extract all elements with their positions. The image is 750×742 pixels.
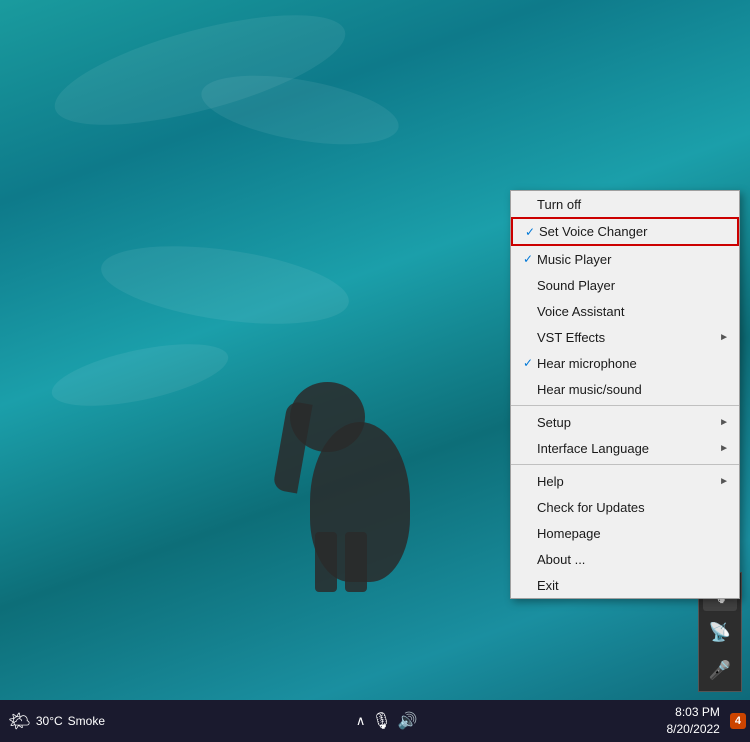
tray-volume-icon[interactable]: 🔊: [398, 711, 418, 731]
separator-2: [511, 464, 739, 465]
check-hear-microphone: ✓: [519, 356, 537, 370]
system-tray: ∧ 🎙 🔊: [352, 711, 422, 731]
menu-item-sound-player[interactable]: Sound Player: [511, 272, 739, 298]
menu-item-about[interactable]: About ...: [511, 546, 739, 572]
elephant-silhouette: [280, 322, 460, 582]
menu-item-setup[interactable]: Setup ►: [511, 409, 739, 435]
menu-item-homepage[interactable]: Homepage: [511, 520, 739, 546]
menu-label-music-player: Music Player: [537, 252, 729, 267]
weather-condition-label: Smoke: [68, 714, 105, 728]
menu-item-help[interactable]: Help ►: [511, 468, 739, 494]
taskbar: 🌤 30°C Smoke ∧ 🎙 🔊 8:03 PM 8/20/2022 4: [0, 700, 750, 742]
weather-icon: 🌤: [8, 711, 31, 732]
menu-item-set-voice-changer[interactable]: ✓ Set Voice Changer: [511, 217, 739, 246]
tray-microphone-icon[interactable]: 🎙: [371, 711, 391, 731]
menu-label-exit: Exit: [537, 578, 729, 593]
menu-item-turn-off[interactable]: Turn off: [511, 191, 739, 217]
check-music-player: ✓: [519, 252, 537, 266]
menu-item-exit[interactable]: Exit: [511, 572, 739, 598]
menu-label-sound-player: Sound Player: [537, 278, 729, 293]
menu-item-voice-assistant[interactable]: Voice Assistant: [511, 298, 739, 324]
submenu-arrow-help: ►: [715, 476, 729, 487]
temperature-label: 30°C: [36, 714, 63, 728]
menu-label-setup: Setup: [537, 415, 715, 430]
menu-item-music-player[interactable]: ✓ Music Player: [511, 246, 739, 272]
menu-item-vst-effects[interactable]: VST Effects ►: [511, 324, 739, 350]
notification-badge[interactable]: 4: [730, 713, 746, 729]
menu-label-check-updates: Check for Updates: [537, 500, 729, 515]
menu-label-set-voice-changer: Set Voice Changer: [539, 224, 727, 239]
submenu-arrow-setup: ►: [715, 417, 729, 428]
menu-item-interface-language[interactable]: Interface Language ►: [511, 435, 739, 461]
clock-time: 8:03 PM: [666, 704, 719, 721]
menu-label-homepage: Homepage: [537, 526, 729, 541]
menu-item-check-updates[interactable]: Check for Updates: [511, 494, 739, 520]
menu-label-about: About ...: [537, 552, 729, 567]
menu-item-hear-music-sound[interactable]: Hear music/sound: [511, 376, 739, 402]
check-set-voice-changer: ✓: [521, 225, 539, 239]
menu-label-interface-language: Interface Language: [537, 441, 715, 456]
menu-item-hear-microphone[interactable]: ✓ Hear microphone: [511, 350, 739, 376]
submenu-arrow-vst: ►: [715, 332, 729, 343]
tray-chevron[interactable]: ∧: [356, 713, 366, 729]
menu-label-hear-microphone: Hear microphone: [537, 356, 729, 371]
clock-date: 8/20/2022: [666, 721, 719, 738]
menu-label-turn-off: Turn off: [537, 197, 729, 212]
taskbar-right: 8:03 PM 8/20/2022 4: [660, 704, 750, 738]
tray-icon-3[interactable]: 🎤: [703, 653, 737, 687]
tray-icon-2[interactable]: 📡: [703, 615, 737, 649]
menu-label-help: Help: [537, 474, 715, 489]
separator-1: [511, 405, 739, 406]
menu-label-hear-music-sound: Hear music/sound: [537, 382, 729, 397]
taskbar-clock[interactable]: 8:03 PM 8/20/2022: [660, 704, 725, 738]
menu-label-voice-assistant: Voice Assistant: [537, 304, 729, 319]
context-menu: Turn off ✓ Set Voice Changer ✓ Music Pla…: [510, 190, 740, 599]
taskbar-weather[interactable]: 🌤 30°C Smoke: [0, 711, 113, 732]
submenu-arrow-interface-language: ►: [715, 443, 729, 454]
menu-label-vst-effects: VST Effects: [537, 330, 715, 345]
